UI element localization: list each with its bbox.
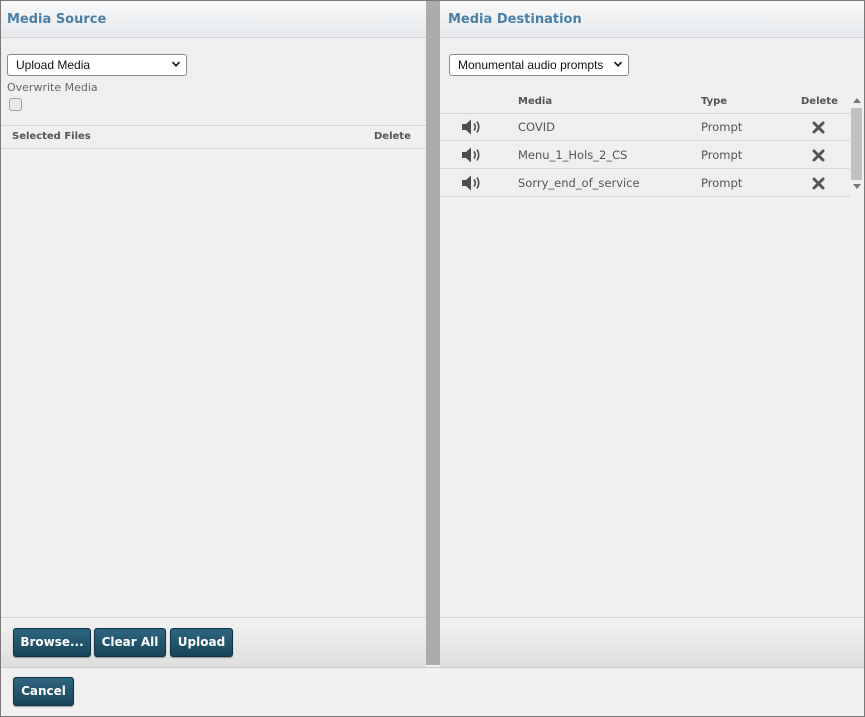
media-source-pane: Media Source Upload Media Overwrite Medi… <box>1 1 426 665</box>
scroll-thumb[interactable] <box>851 108 862 180</box>
media-source-header: Media Source <box>1 1 426 38</box>
destination-table-header: Media Type Delete <box>440 91 850 114</box>
media-name: COVID <box>518 120 555 134</box>
type-column: Type <box>701 96 728 107</box>
media-destination-title: Media Destination <box>448 12 582 27</box>
media-type: Prompt <box>701 120 743 134</box>
media-destination-select[interactable]: Monumental audio prompts <box>449 54 629 76</box>
media-destination-pane: Media Destination Monumental audio promp… <box>440 1 864 665</box>
delete-column: Delete <box>801 96 838 107</box>
delete-column: Delete <box>374 131 411 142</box>
media-source-title: Media Source <box>7 12 107 27</box>
media-name: Menu_1_Hols_2_CS <box>518 148 628 162</box>
selected-files-column: Selected Files <box>12 131 91 142</box>
table-row[interactable]: COVID Prompt <box>440 113 850 141</box>
media-source-select[interactable]: Upload Media <box>7 54 187 76</box>
scroll-down-icon[interactable] <box>853 184 861 189</box>
destination-scrollbar[interactable] <box>850 94 864 194</box>
table-row[interactable]: Menu_1_Hols_2_CS Prompt <box>440 141 850 169</box>
clear-all-button[interactable]: Clear All <box>94 628 166 657</box>
speaker-icon[interactable] <box>461 146 483 164</box>
pane-divider[interactable] <box>426 1 440 665</box>
speaker-icon[interactable] <box>461 118 483 136</box>
selected-files-header: Selected Files Delete <box>1 125 426 149</box>
cancel-button[interactable]: Cancel <box>13 677 74 706</box>
x-icon[interactable] <box>812 177 825 190</box>
x-icon[interactable] <box>812 121 825 134</box>
media-destination-footer <box>440 617 864 667</box>
upload-button[interactable]: Upload <box>170 628 233 657</box>
speaker-icon[interactable] <box>461 174 483 192</box>
media-destination-select-value: Monumental audio prompts <box>458 58 604 72</box>
media-type: Prompt <box>701 176 743 190</box>
browse-button[interactable]: Browse... <box>13 628 91 657</box>
media-type: Prompt <box>701 148 743 162</box>
dialog-window: Media Source Upload Media Overwrite Medi… <box>0 0 865 717</box>
media-column: Media <box>518 96 553 107</box>
chevron-down-icon <box>172 61 180 67</box>
media-destination-header: Media Destination <box>440 1 864 38</box>
media-name: Sorry_end_of_service <box>518 176 640 190</box>
media-source-select-value: Upload Media <box>16 58 91 72</box>
overwrite-media-label: Overwrite Media <box>7 81 98 94</box>
dialog-footer: Cancel <box>1 667 864 716</box>
chevron-down-icon <box>614 61 622 67</box>
x-icon[interactable] <box>812 149 825 162</box>
scroll-up-icon[interactable] <box>853 98 861 103</box>
media-source-footer: Browse... Clear All Upload <box>1 617 426 667</box>
overwrite-media-checkbox[interactable] <box>9 98 22 111</box>
table-row[interactable]: Sorry_end_of_service Prompt <box>440 169 850 197</box>
